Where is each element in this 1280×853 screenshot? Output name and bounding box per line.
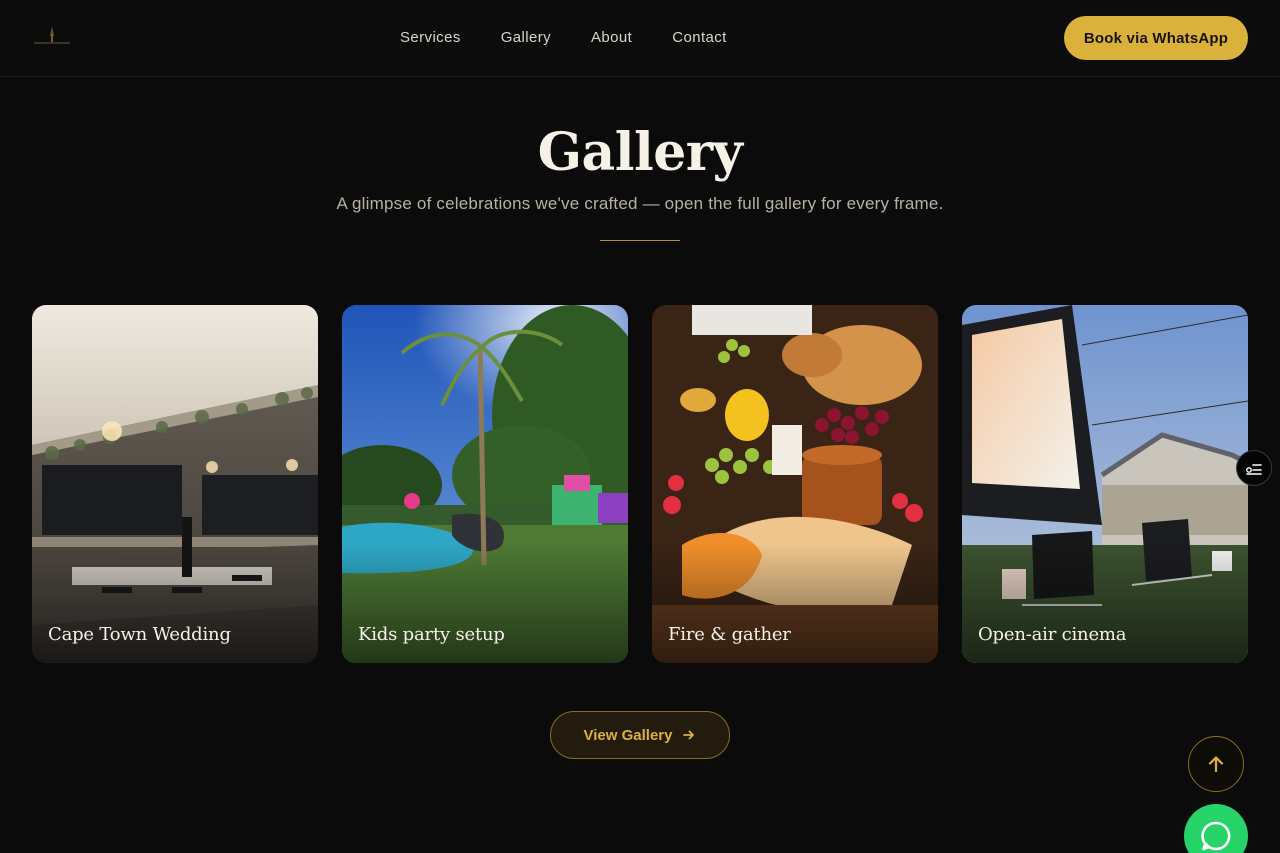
section-title: Gallery: [537, 122, 743, 183]
back-to-top-button[interactable]: [1188, 736, 1244, 792]
side-settings-tab[interactable]: [1236, 450, 1272, 486]
card-caption: Cape Town Wedding: [48, 624, 231, 645]
settings-list-icon: [1246, 464, 1262, 475]
card-caption: Kids party setup: [358, 624, 505, 645]
title-divider: [600, 240, 680, 241]
whatsapp-float-button[interactable]: [1184, 804, 1248, 853]
card-caption: Fire & gather: [668, 624, 791, 645]
nav-gallery[interactable]: Gallery: [501, 28, 551, 48]
main-nav: Services Gallery About Contact: [400, 28, 767, 48]
nav-contact[interactable]: Contact: [672, 28, 727, 48]
nav-services[interactable]: Services: [400, 28, 461, 48]
nav-about[interactable]: About: [591, 28, 632, 48]
gallery-card-cinema[interactable]: Open-air cinema: [962, 305, 1248, 663]
view-gallery-button[interactable]: View Gallery: [550, 711, 730, 759]
arrow-right-icon: [683, 730, 695, 740]
book-whatsapp-button[interactable]: Book via WhatsApp: [1064, 16, 1248, 60]
gallery-card-fire-gather[interactable]: Fire & gather: [652, 305, 938, 663]
brand-logo[interactable]: [32, 22, 72, 52]
section-subtitle: A glimpse of celebrations we've crafted …: [336, 194, 944, 213]
whatsapp-icon: [1201, 821, 1231, 851]
card-caption: Open-air cinema: [978, 624, 1127, 645]
gallery-grid: Cape Town Wedding Kids party setup Fire …: [32, 305, 1248, 663]
gallery-card-kids-party[interactable]: Kids party setup: [342, 305, 628, 663]
view-gallery-label: View Gallery: [583, 726, 673, 744]
arrow-up-icon: [1208, 756, 1224, 773]
site-header: Services Gallery About Contact Book via …: [0, 0, 1280, 77]
gallery-card-wedding[interactable]: Cape Town Wedding: [32, 305, 318, 663]
